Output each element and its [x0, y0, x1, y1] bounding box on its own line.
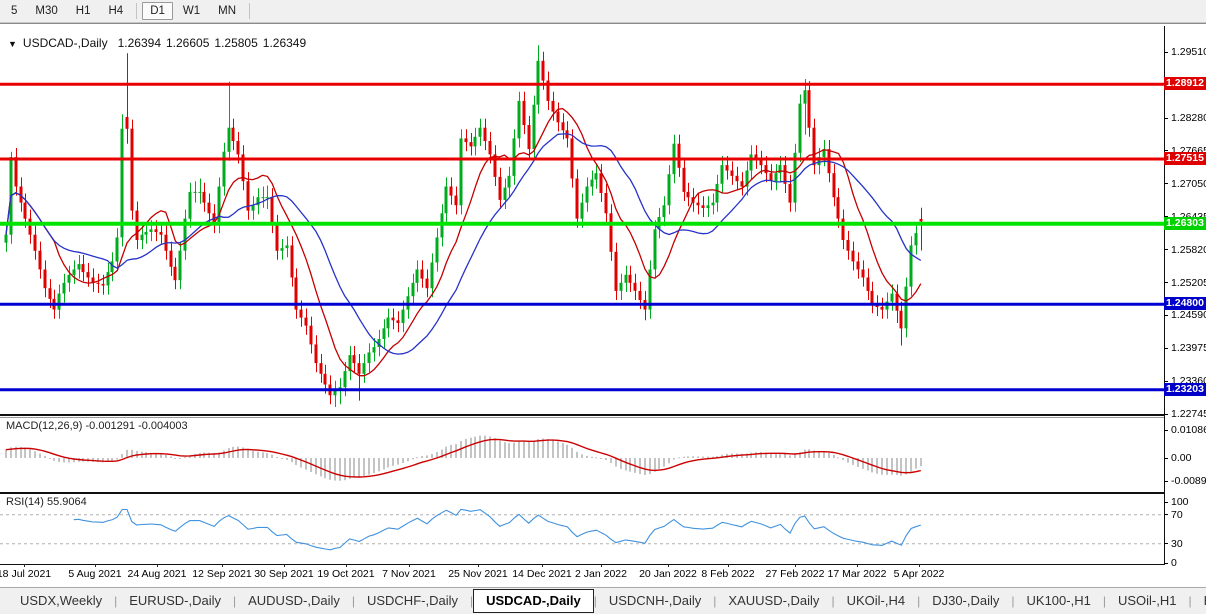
timeframe-toolbar: 5 M30 H1 H4 D1 W1 MN	[0, 0, 1206, 23]
tab-eurusd-daily[interactable]: EURUSD-,Daily	[117, 591, 233, 611]
tab-audusd-daily[interactable]: AUDUSD-,Daily	[236, 591, 352, 611]
rsi-tick-label: 70	[1171, 508, 1183, 521]
rsi-tick-mark	[1164, 543, 1168, 545]
time-tick-mark	[157, 564, 158, 567]
tab-usoil-h1[interactable]: USOil-,H1	[1106, 591, 1189, 611]
time-tick-mark	[919, 564, 920, 567]
price-tick-mark	[1164, 347, 1168, 349]
time-tick-mark	[795, 564, 796, 567]
tab-usdcad-daily[interactable]: USDCAD-,Daily	[473, 589, 594, 613]
time-label: 7 Nov 2021	[382, 568, 436, 580]
price-tick-mark	[1164, 117, 1168, 119]
macd-values: -0.001291 -0.004003	[85, 420, 188, 432]
ohlc-low: 1.25805	[214, 36, 258, 50]
timeframe-button-mn[interactable]: MN	[210, 2, 244, 20]
price-tick-label: 1.29510	[1171, 46, 1206, 59]
trading-terminal-window: 5 M30 H1 H4 D1 W1 MN 1.29510 1.28280 1.27665 1.27…	[0, 0, 1206, 614]
timeframe-button-h4[interactable]: H4	[100, 2, 131, 20]
ohlc-high: 1.26605	[166, 36, 210, 50]
price-tick-mark	[1164, 282, 1168, 284]
price-tick-mark	[1164, 380, 1168, 382]
price-tick-mark	[1164, 183, 1168, 185]
pane-separator[interactable]	[0, 414, 1164, 416]
time-tick-mark	[222, 564, 223, 567]
rsi-value: 55.9064	[46, 496, 87, 508]
ohlc-close: 1.26349	[262, 36, 307, 50]
price-tick-mark	[1164, 249, 1168, 251]
price-badge-1-26303: 1.26303	[1164, 216, 1206, 230]
toolbar-separator	[136, 3, 138, 19]
time-tick-mark	[478, 564, 479, 567]
macd-tick-mark	[1164, 457, 1168, 459]
timeframe-button-d1[interactable]: D1	[142, 2, 173, 20]
pane-bottom-border	[0, 564, 1164, 565]
time-tick-mark	[857, 564, 858, 567]
price-tick-label: 1.22745	[1171, 408, 1206, 421]
rsi-tick-mark	[1164, 562, 1168, 564]
tab-usdcnh-daily[interactable]: USDCNH-,Daily	[597, 591, 713, 611]
chart-canvas[interactable]	[0, 24, 1164, 564]
price-tick-label: 1.25205	[1171, 276, 1206, 289]
time-tick-mark	[601, 564, 602, 567]
price-tick-mark	[1164, 51, 1168, 53]
tab-ukoil-h4[interactable]: UKOil-,H4	[835, 591, 918, 611]
time-label: 5 Apr 2022	[893, 568, 945, 580]
timeframe-button-h1[interactable]: H1	[68, 2, 99, 20]
price-badge-1-24800: 1.24800	[1164, 297, 1206, 311]
timeframe-button-5[interactable]: 5	[3, 2, 25, 20]
toolbar-separator	[249, 3, 251, 19]
price-tick-label: 1.27050	[1171, 177, 1206, 190]
rsi-tick-label: 0	[1171, 557, 1177, 569]
time-tick-mark	[346, 564, 347, 567]
tab-xauusd-daily[interactable]: XAUUSD-,Daily	[716, 591, 831, 611]
price-tick-mark	[1164, 413, 1168, 415]
timeframe-button-m30[interactable]: M30	[27, 2, 65, 20]
price-tick-label: 1.24590	[1171, 309, 1206, 322]
tab-usdchf-daily[interactable]: USDCHF-,Daily	[355, 591, 470, 611]
rsi-tick-mark	[1164, 514, 1168, 516]
time-tick-mark	[409, 564, 410, 567]
time-tick-mark	[668, 564, 669, 567]
price-badge-1-27515: 1.27515	[1164, 151, 1206, 165]
price-tick-label: 1.28280	[1171, 112, 1206, 125]
time-tick-mark	[284, 564, 285, 567]
macd-tick-mark	[1164, 480, 1168, 482]
chart-title: ▼ USDCAD-,Daily 1.26394 1.26605 1.25805 1.263…	[8, 36, 311, 50]
price-tick-mark	[1164, 314, 1168, 316]
macd-tick-label: 0.00	[1171, 452, 1192, 464]
chart-window: 1.295101.282801.276651.270501.264351.258…	[0, 23, 1206, 588]
chart-dropdown-icon[interactable]: ▼	[8, 39, 17, 49]
time-tick-mark	[728, 564, 729, 567]
rsi-tick-label: 30	[1171, 537, 1183, 550]
macd-tick-label: 0.010869	[1171, 424, 1206, 437]
time-tick-mark	[24, 564, 25, 567]
time-tick-mark	[542, 564, 543, 567]
price-tick-label: 1.25820	[1171, 243, 1206, 256]
tab-uk100-h1[interactable]: UK100-,H1	[1015, 591, 1103, 611]
tab-hk50-h1[interactable]: HK50-,H1	[1192, 591, 1206, 611]
tab-usdx-weekly[interactable]: USDX,Weekly	[8, 591, 114, 611]
macd-tick-mark	[1164, 429, 1168, 431]
time-axis[interactable]: 18 Jul 2021 5 Aug 2021 24 Aug 2021 12 Sep 2…	[0, 564, 1164, 586]
rsi-indicator-label: RSI(14) 55.9064	[6, 496, 87, 508]
chart-symbol-label: USDCAD-,Daily	[22, 36, 108, 50]
price-tick-label: 1.23975	[1171, 342, 1206, 355]
ohlc-open: 1.26394	[117, 36, 161, 50]
price-badge-1-23203: 1.23203	[1164, 382, 1206, 396]
macd-tick-label: -0.008974	[1171, 475, 1206, 488]
pane-separator[interactable]	[0, 492, 1164, 494]
macd-indicator-label: MACD(12,26,9) -0.001291 -0.004003	[6, 420, 188, 432]
rsi-tick-label: 100	[1171, 496, 1189, 508]
tab-dj30-daily[interactable]: DJ30-,Daily	[920, 591, 1011, 611]
pane-separator-shadow	[0, 417, 1164, 418]
price-badge-1-28912: 1.28912	[1164, 77, 1206, 91]
chart-tabs-bar: USDX,Weekly | EURUSD-,Daily | AUDUSD-,Daily |…	[0, 587, 1206, 614]
rsi-tick-mark	[1164, 501, 1168, 503]
time-tick-mark	[95, 564, 96, 567]
timeframe-button-w1[interactable]: W1	[175, 2, 208, 20]
price-axis: 1.295101.282801.276651.270501.264351.258…	[1164, 24, 1206, 588]
